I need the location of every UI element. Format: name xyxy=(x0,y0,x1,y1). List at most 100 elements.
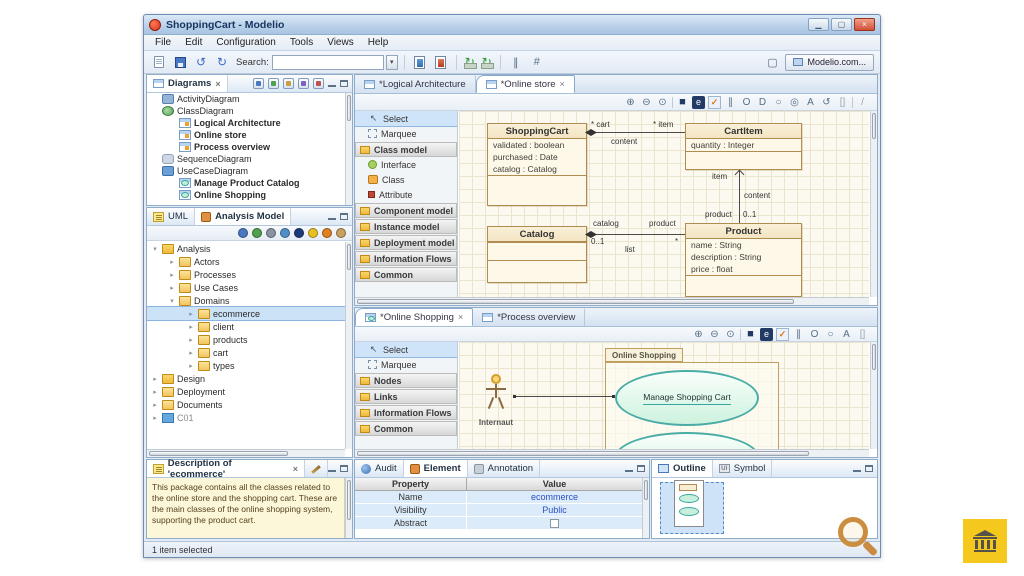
class-catalog[interactable]: Catalog xyxy=(487,226,587,283)
close-tab-icon[interactable]: × xyxy=(458,312,463,322)
menu-item[interactable]: Configuration xyxy=(209,35,282,50)
layout-icon[interactable]: ▢ xyxy=(763,54,781,71)
grid-table-icon[interactable]: ■ xyxy=(676,96,689,109)
grid-table-icon[interactable]: ■ xyxy=(744,328,757,341)
scope-icon[interactable] xyxy=(280,228,290,238)
twisty-icon[interactable] xyxy=(168,297,176,305)
usecase-diagram-canvas[interactable]: Online Shopping Manage Shopping Cart Int… xyxy=(459,342,869,449)
twisty-icon[interactable] xyxy=(168,284,176,292)
menu-item[interactable]: Views xyxy=(320,35,361,50)
search-input[interactable] xyxy=(272,55,384,70)
sort-icon[interactable] xyxy=(238,228,248,238)
palette-item[interactable]: Class model xyxy=(355,142,457,157)
usecase-manage-shopping-cart[interactable]: Manage Shopping Cart xyxy=(615,370,759,426)
tree-item[interactable]: C01 xyxy=(147,411,345,424)
maximize-view-icon[interactable] xyxy=(340,465,348,472)
audit-tab[interactable]: Audit xyxy=(355,460,404,477)
palette-item[interactable]: Interface xyxy=(355,157,457,172)
report-icon[interactable] xyxy=(432,54,450,71)
tree-item[interactable]: SequenceDiagram xyxy=(147,153,345,165)
tree-item[interactable]: Use Cases xyxy=(147,281,345,294)
link-editor-icon[interactable] xyxy=(253,78,264,89)
abstract-checkbox[interactable] xyxy=(550,519,559,528)
minimize-button[interactable]: ▁ xyxy=(808,18,829,31)
new-model-icon[interactable] xyxy=(150,54,168,71)
separator[interactable] xyxy=(852,97,853,108)
tree-item[interactable]: Online Shopping xyxy=(147,189,345,201)
library-icon[interactable] xyxy=(336,228,346,238)
canvas-hscrollbar[interactable] xyxy=(355,449,869,457)
twisty-icon[interactable] xyxy=(151,414,159,422)
property-column-header[interactable]: Property xyxy=(355,478,467,491)
description-text[interactable]: This package contains all the classes re… xyxy=(147,478,345,538)
update-model-icon[interactable]: ↻ xyxy=(463,55,477,70)
minimize-view-icon[interactable] xyxy=(853,465,861,472)
twisty-icon[interactable] xyxy=(187,323,195,331)
twisty-icon[interactable] xyxy=(151,375,159,383)
symbol-tab[interactable]: UI Symbol xyxy=(713,460,773,477)
palette-item[interactable]: Instance model xyxy=(355,219,457,234)
palette-item[interactable]: Select xyxy=(355,342,457,357)
model-hscrollbar[interactable] xyxy=(147,449,345,457)
close-icon[interactable]: × xyxy=(293,464,298,474)
close-button[interactable]: × xyxy=(854,18,875,31)
delete-diagram-icon[interactable] xyxy=(313,78,324,89)
tree-item[interactable]: Design xyxy=(147,372,345,385)
separator[interactable] xyxy=(740,329,741,340)
update-diagram-icon[interactable]: ↻ xyxy=(480,55,494,70)
twisty-icon[interactable] xyxy=(187,310,195,318)
element-tab[interactable]: Element xyxy=(404,460,468,477)
shield-icon[interactable]: O xyxy=(740,96,753,109)
close-icon[interactable]: × xyxy=(215,79,220,89)
palette-item[interactable]: Common xyxy=(355,421,457,436)
circle-icon[interactable]: ○ xyxy=(824,328,837,341)
tab-online-store[interactable]: *Online store × xyxy=(476,75,575,93)
class-diagram-canvas[interactable]: ShoppingCart validated : booleanpurchase… xyxy=(459,111,869,297)
model-vscrollbar[interactable] xyxy=(345,242,352,449)
maximize-button[interactable]: ▢ xyxy=(831,18,852,31)
outline-tab[interactable]: Outline xyxy=(652,460,713,477)
collapse-all-icon[interactable] xyxy=(268,78,279,89)
twisty-icon[interactable] xyxy=(151,401,159,409)
new-diagram-icon[interactable] xyxy=(298,78,309,89)
class-product[interactable]: Product name : Stringdescription : Strin… xyxy=(685,223,802,297)
filter-yellow-icon[interactable] xyxy=(308,228,318,238)
palette-item[interactable]: Marquee xyxy=(355,126,457,141)
refresh-icon[interactable] xyxy=(252,228,262,238)
zoom-out-icon[interactable]: ⊖ xyxy=(640,96,653,109)
sync-icon[interactable] xyxy=(266,228,276,238)
outline-viewport[interactable] xyxy=(674,480,704,527)
diagrams-tab[interactable]: Diagrams × xyxy=(147,75,228,92)
maximize-view-icon[interactable] xyxy=(340,80,348,87)
tree-item[interactable]: Documents xyxy=(147,398,345,411)
class-cartitem[interactable]: CartItem quantity : Integer xyxy=(685,123,802,170)
zoom-in-icon[interactable]: ⊕ xyxy=(624,96,637,109)
association-catalog-product[interactable] xyxy=(587,234,685,235)
property-value[interactable]: Public xyxy=(467,504,642,517)
association-cart-item[interactable] xyxy=(587,132,685,133)
tree-item[interactable]: cart xyxy=(147,346,345,359)
twisty-icon[interactable] xyxy=(187,336,195,344)
uml-tab[interactable]: UML xyxy=(147,208,195,225)
page-layout-icon[interactable]: ∥ xyxy=(724,96,737,109)
table-row[interactable]: Visibility Public xyxy=(355,504,642,517)
menu-item[interactable]: Edit xyxy=(178,35,209,50)
value-column-header[interactable]: Value xyxy=(467,478,642,491)
undo-icon[interactable]: ↺ xyxy=(192,54,210,71)
tree-item[interactable]: Online store xyxy=(147,129,345,141)
twisty-icon[interactable] xyxy=(187,362,195,370)
spellcheck-icon[interactable]: ✓ xyxy=(776,328,789,341)
tree-item[interactable]: Actors xyxy=(147,255,345,268)
palette-item[interactable]: Links xyxy=(355,389,457,404)
zoom-in-icon[interactable]: ⊕ xyxy=(692,328,705,341)
canvas-hscrollbar[interactable] xyxy=(355,297,869,305)
page-layout-icon[interactable]: ∥ xyxy=(792,328,805,341)
filter-icon[interactable] xyxy=(283,78,294,89)
minimize-view-icon[interactable] xyxy=(625,465,633,472)
tree-item[interactable]: Manage Product Catalog xyxy=(147,177,345,189)
uml-profile-icon[interactable] xyxy=(294,228,304,238)
twisty-icon[interactable] xyxy=(168,258,176,266)
brackets-icon[interactable]: [] xyxy=(856,328,869,341)
separator[interactable] xyxy=(672,97,673,108)
tree-item[interactable]: Deployment xyxy=(147,385,345,398)
